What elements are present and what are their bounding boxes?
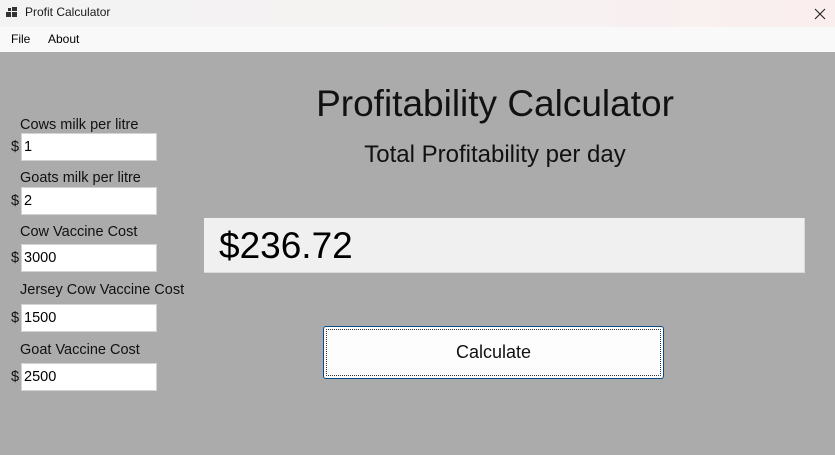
title-bar: Profit Calculator xyxy=(0,0,835,27)
goat-vaccine-label: Goat Vaccine Cost xyxy=(20,342,140,358)
goats-milk-input[interactable] xyxy=(21,187,157,215)
goat-vaccine-currency: $ xyxy=(11,369,20,385)
cow-vaccine-label: Cow Vaccine Cost xyxy=(20,224,138,240)
focus-ring xyxy=(326,329,661,376)
close-button[interactable] xyxy=(805,0,835,27)
close-icon xyxy=(814,8,826,19)
goats-milk-label: Goats milk per litre xyxy=(20,170,141,186)
main-panel: Cows milk per litre $ Goats milk per lit… xyxy=(0,52,835,455)
goat-vaccine-input[interactable] xyxy=(21,363,157,391)
menu-file[interactable]: File xyxy=(11,32,30,46)
cows-milk-input[interactable] xyxy=(21,133,157,161)
cow-vaccine-currency: $ xyxy=(11,250,20,266)
jersey-vaccine-currency: $ xyxy=(11,310,20,326)
menu-bar: File About xyxy=(0,27,835,52)
result-value: $236.72 xyxy=(219,225,353,266)
menu-about[interactable]: About xyxy=(48,32,79,46)
app-grid-icon xyxy=(6,7,20,19)
jersey-vaccine-label: Jersey Cow Vaccine Cost xyxy=(20,282,185,298)
calculate-button[interactable]: Calculate xyxy=(323,326,664,379)
window-title: Profit Calculator xyxy=(25,5,111,19)
jersey-vaccine-input[interactable] xyxy=(21,304,157,332)
cow-vaccine-input[interactable] xyxy=(21,244,157,272)
goats-milk-currency: $ xyxy=(11,193,20,209)
page-subtitle: Total Profitability per day xyxy=(364,141,626,168)
cows-milk-label: Cows milk per litre xyxy=(20,117,139,133)
cows-milk-currency: $ xyxy=(11,139,20,155)
page-title: Profitability Calculator xyxy=(316,83,674,124)
result-display: $236.72 xyxy=(204,218,805,273)
